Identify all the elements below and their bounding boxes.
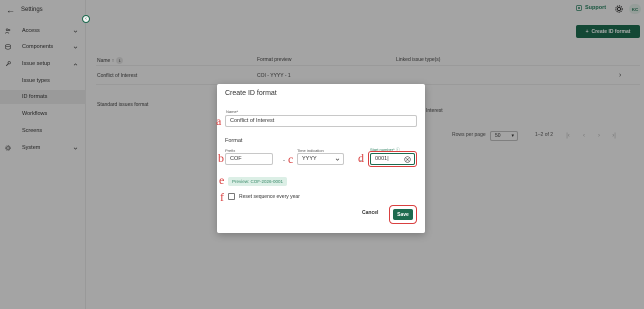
annotation-e: e [219,173,225,187]
format-preview-chip: Preview: COF-2026-0001 [228,177,288,186]
create-id-format-dialog: Create ID format Name* Format Prefix - T… [217,84,425,233]
dialog-title: Create ID format [225,90,277,97]
cancel-button[interactable]: Cancel [362,210,378,216]
name-input[interactable] [225,115,417,127]
format-section-title: Format [225,138,243,144]
name-label: Name* [226,109,239,114]
time-indication-value: YYYY [302,156,317,162]
separator-dash: - [283,158,285,164]
chevron-down-icon [335,158,340,161]
annotation-b: b [218,151,224,165]
annotation-d: d [358,151,364,165]
time-indication-select[interactable]: YYYY [297,153,344,165]
collapse-sidebar-button[interactable]: ‹ [82,15,90,23]
annotation-c: c [288,152,294,166]
highlight-ring [389,205,417,224]
annotation-f: f [220,190,224,204]
prefix-input[interactable] [225,153,273,165]
reset-sequence-checkbox[interactable] [228,193,235,200]
reset-sequence-label: Reset sequence every year [239,194,300,200]
highlight-ring [368,151,417,167]
annotation-a: a [216,114,222,128]
